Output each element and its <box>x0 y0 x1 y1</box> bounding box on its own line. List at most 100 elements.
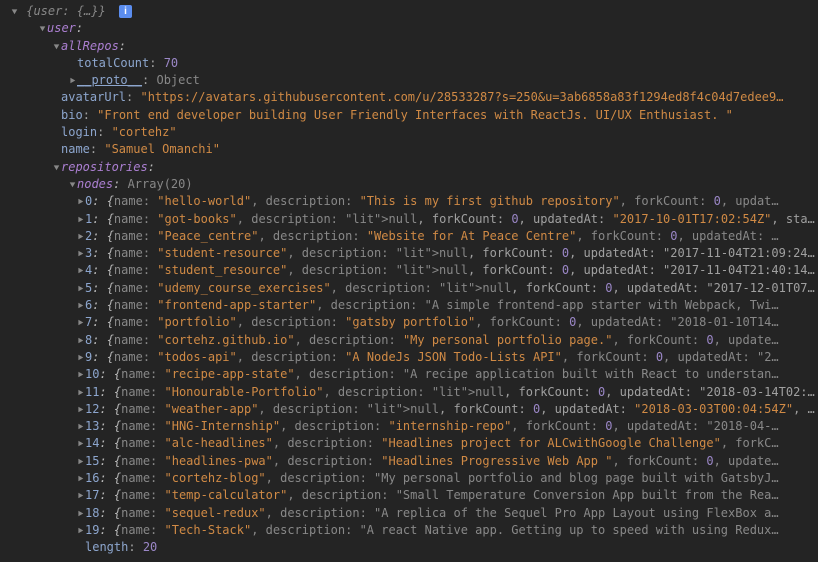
array-item[interactable]: 18: {name: "sequel-redux", description: … <box>0 505 818 522</box>
prop-value: "Front end developer building User Frien… <box>97 108 733 122</box>
object-root[interactable]: {user: {…}} i <box>0 3 818 20</box>
repo-name: "Peace_centre" <box>157 229 258 243</box>
caret-icon[interactable] <box>76 245 84 262</box>
login-row[interactable]: login: "cortehz" <box>0 124 818 141</box>
caret-icon[interactable] <box>76 332 84 349</box>
repo-name: "got-books" <box>157 212 236 226</box>
array-item[interactable]: 11: {name: "Honourable-Portfolio", descr… <box>0 384 818 401</box>
repo-tail: , description: "My personal portfolio pa… <box>295 333 779 347</box>
caret-icon[interactable] <box>76 262 84 279</box>
repo-name: "cortehz.github.io" <box>157 333 294 347</box>
prop-value: Object <box>156 73 199 87</box>
array-item[interactable]: 4: {name: "student_resource", descriptio… <box>0 262 818 279</box>
object-key: repositories <box>61 160 148 174</box>
info-icon[interactable]: i <box>119 5 132 18</box>
array-item[interactable]: 1: {name: "got-books", description: "lit… <box>0 211 818 228</box>
name-row[interactable]: name: "Samuel Omanchi" <box>0 141 818 158</box>
repo-tail: , description: "internship-repo", forkCo… <box>280 419 779 433</box>
repo-tail: , description: "A react Native app. Gett… <box>251 523 778 537</box>
caret-icon[interactable] <box>76 193 84 210</box>
repositories-row[interactable]: repositories: <box>0 159 818 176</box>
array-item[interactable]: 17: {name: "temp-calculator", descriptio… <box>0 487 818 504</box>
repo-name: "todos-api" <box>157 350 236 364</box>
proto-row[interactable]: __proto__: Object <box>0 72 818 89</box>
array-item[interactable]: 10: {name: "recipe-app-state", descripti… <box>0 366 818 383</box>
array-item[interactable]: 15: {name: "headlines-pwa", description:… <box>0 453 818 470</box>
allrepos-row[interactable]: allRepos: <box>0 38 818 55</box>
array-item[interactable]: 13: {name: "HNG-Internship", description… <box>0 418 818 435</box>
caret-icon[interactable] <box>76 470 84 487</box>
repo-name: "udemy_course_exercises" <box>157 281 330 295</box>
caret-icon[interactable] <box>52 38 60 55</box>
caret-icon[interactable] <box>52 159 60 176</box>
caret-icon[interactable] <box>76 384 84 401</box>
array-desc: Array(20) <box>128 177 193 191</box>
caret-icon[interactable] <box>76 487 84 504</box>
array-item[interactable]: 0: {name: "hello-world", description: "T… <box>0 193 818 210</box>
repo-name: "student_resource" <box>157 263 287 277</box>
caret-icon[interactable] <box>76 505 84 522</box>
array-item[interactable]: 8: {name: "cortehz.github.io", descripti… <box>0 332 818 349</box>
prop-key: __proto__ <box>77 73 142 87</box>
repo-tail: , description: "A NodeJs JSON Todo-Lists… <box>237 350 779 364</box>
array-item[interactable]: 2: {name: "Peace_centre", description: "… <box>0 228 818 245</box>
caret-icon[interactable] <box>10 3 18 20</box>
array-item[interactable]: 16: {name: "cortehz-blog", description: … <box>0 470 818 487</box>
avatarurl-row[interactable]: avatarUrl: "https://avatars.githubuserco… <box>0 89 818 106</box>
caret-icon[interactable] <box>76 228 84 245</box>
spacer-icon <box>52 141 60 158</box>
repo-name: "sequel-redux" <box>165 506 266 520</box>
caret-icon[interactable] <box>76 522 84 539</box>
caret-icon[interactable] <box>76 366 84 383</box>
repo-tail: , description: "lit">null <box>237 212 418 226</box>
repo-tail: , description: "lit">null <box>331 281 512 295</box>
repo-tail: , description: "Small Temperature Conver… <box>287 488 778 502</box>
prop-value: 70 <box>164 56 178 70</box>
repo-name: "frontend-app-starter" <box>157 298 316 312</box>
repo-tail: , description: "This is my first github … <box>251 194 778 208</box>
prop-value: "Samuel Omanchi" <box>104 142 220 156</box>
spacer-icon <box>76 539 84 556</box>
repo-name: "hello-world" <box>157 194 251 208</box>
array-index: 12 <box>85 402 99 416</box>
bio-row[interactable]: bio: "Front end developer building User … <box>0 107 818 124</box>
caret-icon[interactable] <box>76 280 84 297</box>
caret-icon[interactable] <box>76 297 84 314</box>
user-key-row[interactable]: user: <box>0 20 818 37</box>
array-item[interactable]: 6: {name: "frontend-app-starter", descri… <box>0 297 818 314</box>
repo-tail: , description: "My personal portfolio an… <box>266 471 779 485</box>
caret-icon[interactable] <box>68 176 76 193</box>
array-item[interactable]: 19: {name: "Tech-Stack", description: "A… <box>0 522 818 539</box>
repo-tail: , description: "A recipe application bui… <box>295 367 779 381</box>
prop-key: name <box>61 142 90 156</box>
array-item[interactable]: 9: {name: "todos-api", description: "A N… <box>0 349 818 366</box>
array-item[interactable]: 12: {name: "weather-app", description: "… <box>0 401 818 418</box>
spacer-icon <box>68 55 76 72</box>
caret-icon[interactable] <box>76 314 84 331</box>
array-index: 14 <box>85 436 99 450</box>
length-row[interactable]: length: 20 <box>0 539 818 556</box>
caret-icon[interactable] <box>76 453 84 470</box>
object-key: allRepos <box>61 39 119 53</box>
repo-name: "alc-headlines" <box>165 436 273 450</box>
totalcount-row[interactable]: totalCount: 70 <box>0 55 818 72</box>
caret-icon[interactable] <box>76 211 84 228</box>
repo-tail: , description: "lit">null <box>323 385 504 399</box>
repo-tail: , description: "Website for At Peace Cen… <box>258 229 778 243</box>
nodes-row[interactable]: nodes: Array(20) <box>0 176 818 193</box>
array-index: 15 <box>85 454 99 468</box>
repo-tail: , description: "A simple frontend-app st… <box>316 298 778 312</box>
array-item[interactable]: 3: {name: "student-resource", descriptio… <box>0 245 818 262</box>
caret-icon[interactable] <box>38 20 46 37</box>
repo-tail: , description: "A replica of the Sequel … <box>266 506 779 520</box>
repo-name: "Honourable-Portfolio" <box>165 385 324 399</box>
prop-key: avatarUrl <box>61 90 126 104</box>
caret-icon[interactable] <box>76 401 84 418</box>
caret-icon[interactable] <box>76 418 84 435</box>
array-item[interactable]: 5: {name: "udemy_course_exercises", desc… <box>0 280 818 297</box>
caret-icon[interactable] <box>68 72 76 89</box>
array-item[interactable]: 7: {name: "portfolio", description: "gat… <box>0 314 818 331</box>
array-item[interactable]: 14: {name: "alc-headlines", description:… <box>0 435 818 452</box>
caret-icon[interactable] <box>76 349 84 366</box>
caret-icon[interactable] <box>76 435 84 452</box>
